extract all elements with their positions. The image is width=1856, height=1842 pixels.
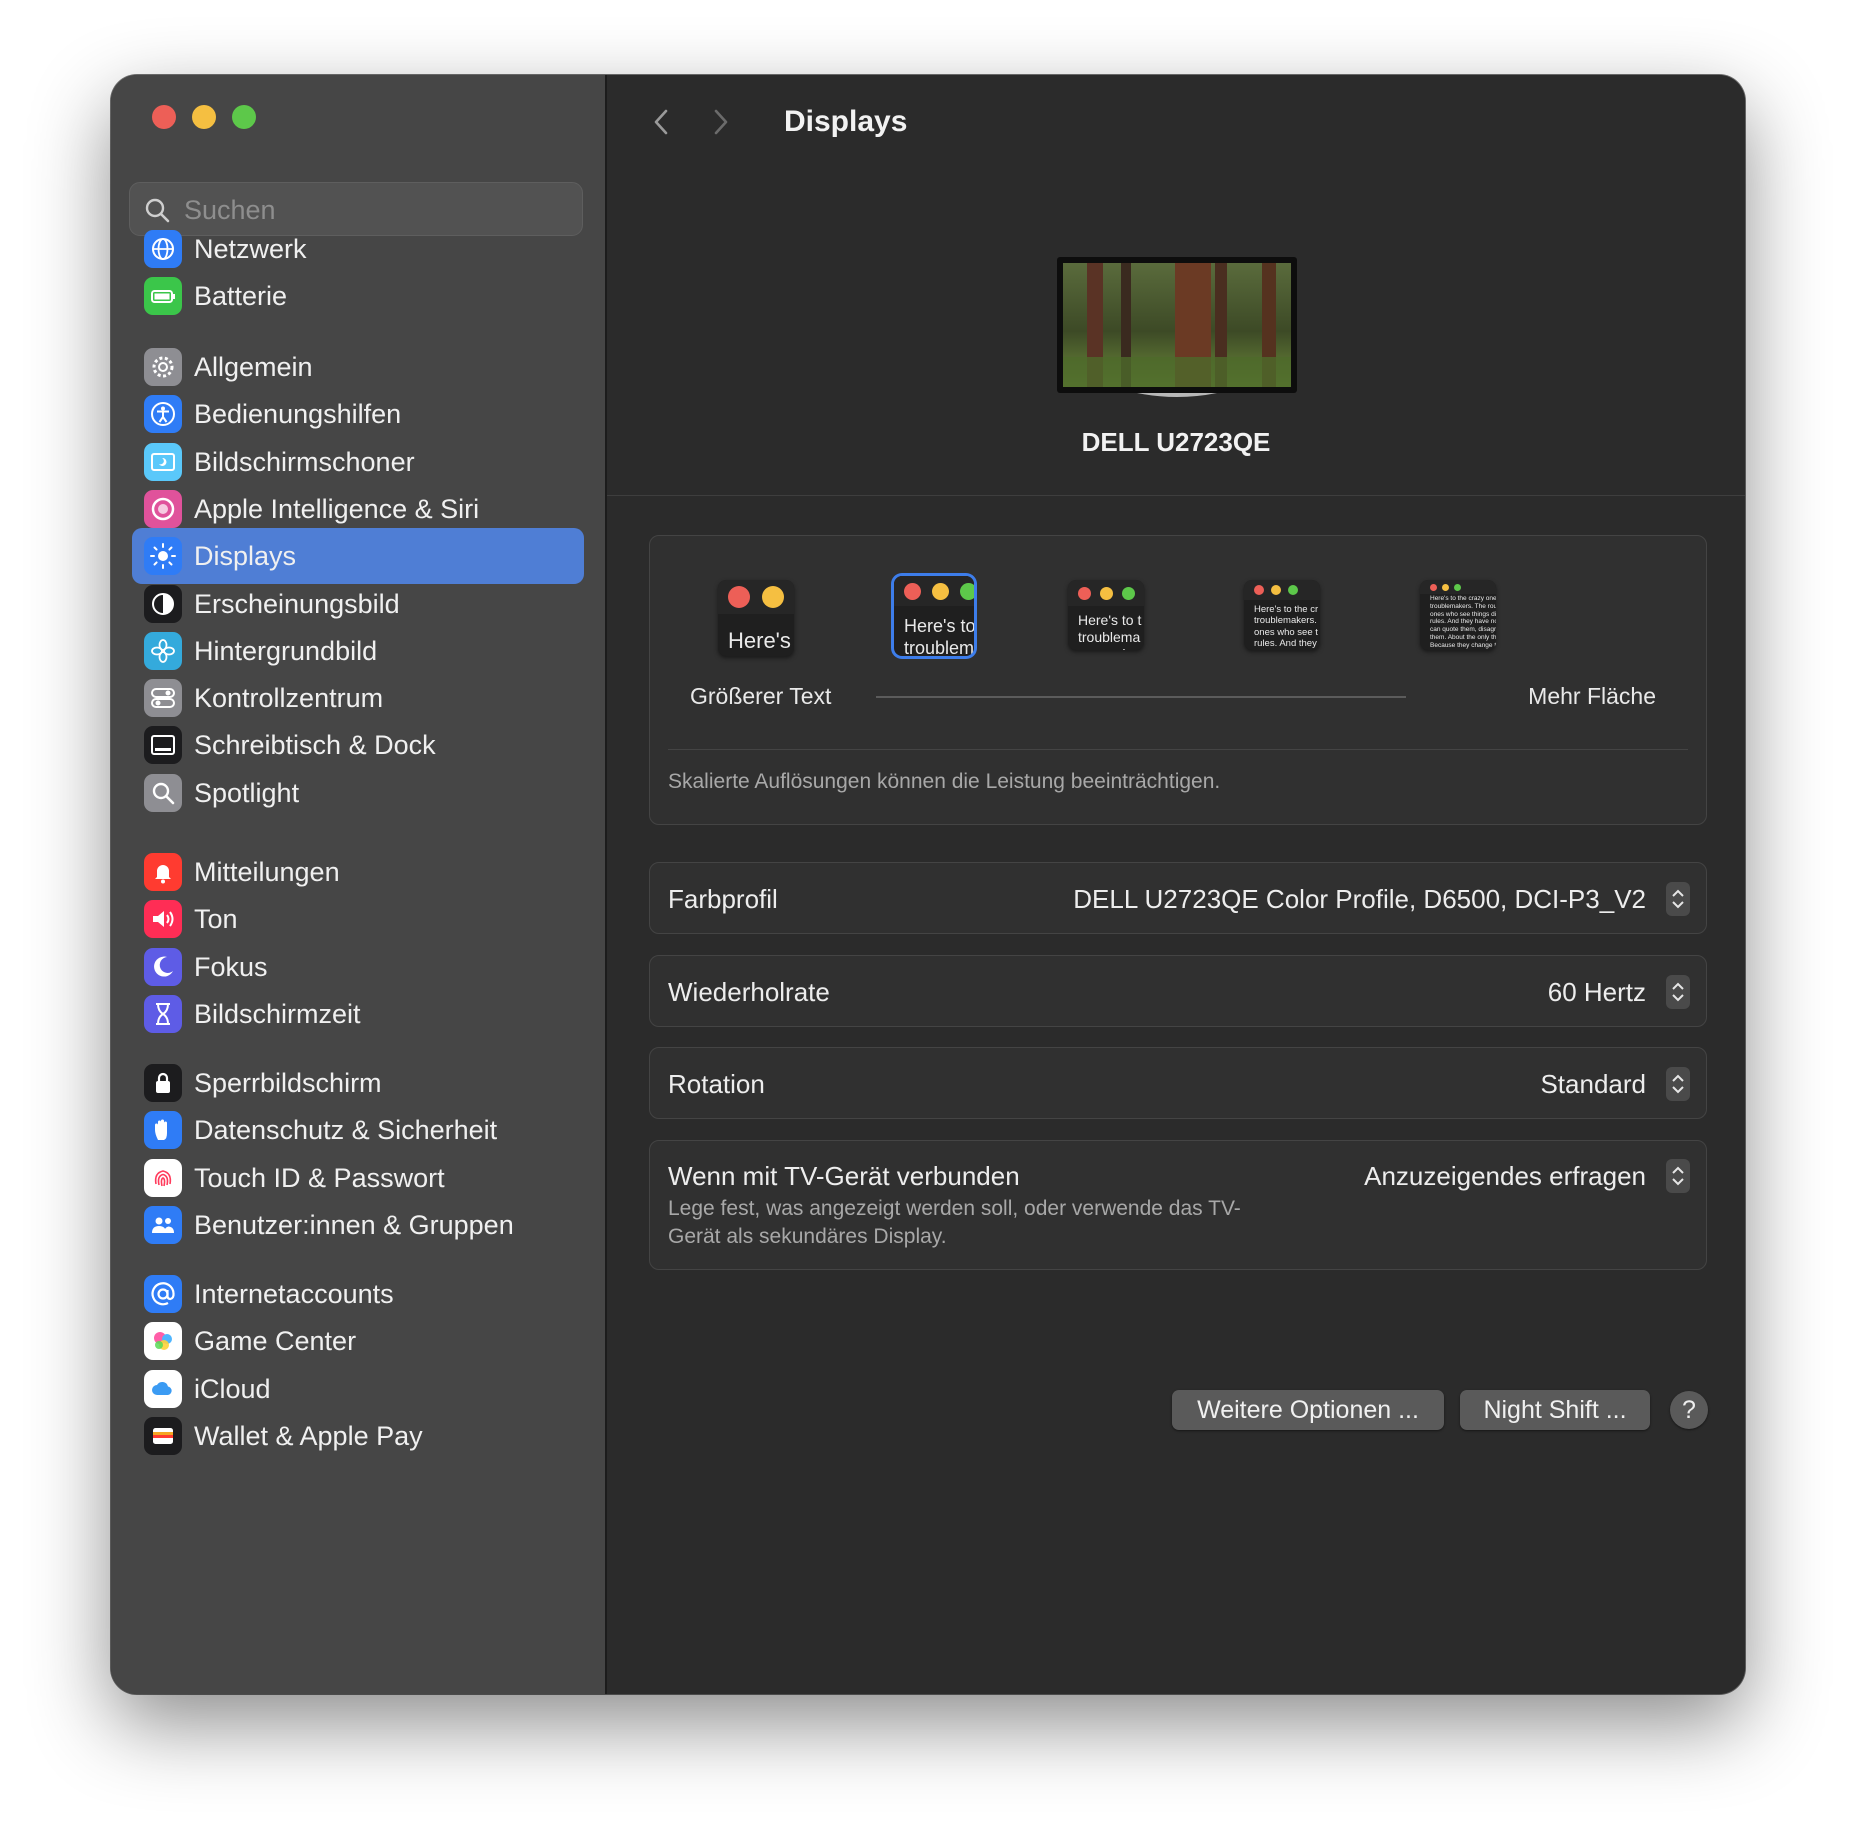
up-down-chevron-icon bbox=[1672, 1074, 1684, 1094]
sidebar-item-benutzer-innen-gruppen[interactable]: Benutzer:innen & Gruppen bbox=[132, 1197, 584, 1253]
hand-icon bbox=[144, 1111, 182, 1150]
settings-window: NetzwerkBatterieAllgemeinBedienungshilfe… bbox=[111, 75, 1745, 1694]
rotation-label: Rotation bbox=[668, 1069, 765, 1099]
scaling-preview-text: Here's to the cr troublemakers. ones who… bbox=[1254, 604, 1319, 650]
sun-icon bbox=[144, 537, 182, 576]
tv-connection-value[interactable]: Anzuzeigendes erfragen bbox=[1364, 1161, 1646, 1192]
up-down-chevron-icon bbox=[1672, 982, 1684, 1002]
gamecenter-icon bbox=[144, 1322, 182, 1361]
refresh-rate-stepper[interactable] bbox=[1666, 975, 1690, 1009]
scaling-option-2[interactable]: Here's to troublem bbox=[894, 576, 974, 656]
switches-icon bbox=[144, 679, 182, 718]
window-dot-icon bbox=[728, 586, 750, 608]
scaling-option-3[interactable]: Here's to t troublema ones who bbox=[1068, 580, 1144, 650]
scaling-option-5[interactable]: Here's to the crazy ones troublemakers. … bbox=[1420, 580, 1496, 650]
scaling-label-larger-text: Größerer Text bbox=[690, 683, 832, 709]
monitor-thumbnail[interactable] bbox=[1057, 257, 1297, 399]
gear-icon bbox=[144, 348, 182, 386]
window-dot-icon bbox=[762, 586, 784, 608]
appearance-icon bbox=[144, 584, 182, 623]
lock-icon bbox=[144, 1064, 182, 1102]
tv-connection-label: Wenn mit TV-Gerät verbunden bbox=[668, 1161, 1020, 1191]
siri-icon bbox=[144, 489, 182, 528]
sidebar-item-spotlight[interactable]: Spotlight bbox=[132, 765, 584, 821]
sidebar-item-wallet-apple-pay[interactable]: Wallet & Apple Pay bbox=[132, 1408, 584, 1464]
divider bbox=[668, 749, 1688, 750]
scaling-card: Here's Größerer Text Here's to troublem Her… bbox=[649, 535, 1707, 825]
dock-icon bbox=[144, 726, 182, 765]
up-down-chevron-icon bbox=[1672, 1166, 1684, 1186]
moon-icon bbox=[144, 947, 182, 986]
window-dot-icon bbox=[932, 582, 949, 600]
scaling-note: Skalierte Auflösungen können die Leistun… bbox=[668, 770, 1221, 793]
scaling-preview-text: Here's to t troublema ones who bbox=[1078, 612, 1142, 650]
wallet-icon bbox=[144, 1416, 182, 1455]
rotation-row: Rotation Standard bbox=[649, 1047, 1707, 1119]
more-options-button[interactable]: Weitere Optionen ... bbox=[1172, 1390, 1444, 1430]
fingerprint-icon bbox=[144, 1158, 182, 1197]
speaker-icon bbox=[144, 900, 182, 939]
tv-connection-description: Lege fest, was angezeigt werden soll, od… bbox=[668, 1197, 1241, 1248]
window-dot-icon bbox=[904, 582, 921, 600]
scaling-label-more-space: Mehr Fläche bbox=[1528, 683, 1656, 709]
accessibility-icon bbox=[144, 395, 182, 434]
scaling-preview-text: Here's to the crazy ones troublemakers. … bbox=[1430, 595, 1496, 649]
sidebar: NetzwerkBatterieAllgemeinBedienungshilfe… bbox=[111, 75, 607, 1694]
magnifier-icon bbox=[144, 773, 182, 812]
at-icon bbox=[144, 1275, 182, 1313]
rotation-value[interactable]: Standard bbox=[1540, 1069, 1646, 1100]
users-icon bbox=[144, 1205, 182, 1244]
flower-icon bbox=[144, 631, 182, 670]
help-button[interactable]: ? bbox=[1670, 1391, 1708, 1429]
minimize-button[interactable] bbox=[192, 105, 216, 129]
window-dot-icon bbox=[1442, 583, 1449, 591]
zoom-button[interactable] bbox=[232, 105, 256, 129]
main-panel: Displays DELL U2723QE Here's Größerer Te… bbox=[607, 75, 1745, 1694]
cloud-icon bbox=[144, 1369, 182, 1408]
tv-connection-row: Wenn mit TV-Gerät verbunden Anzuzeigende… bbox=[649, 1140, 1707, 1270]
sidebar-item-bildschirmzeit[interactable]: Bildschirmzeit bbox=[132, 986, 584, 1042]
window-dot-icon bbox=[1122, 586, 1135, 600]
window-dot-icon bbox=[1254, 585, 1264, 595]
sidebar-item-label: Benutzer:innen & Gruppen bbox=[194, 1209, 514, 1240]
window-dot-icon bbox=[1100, 586, 1113, 600]
sidebar-item-label: Bildschirmzeit bbox=[194, 998, 361, 1029]
color-profile-row: Farbprofil DELL U2723QE Color Profile, D… bbox=[649, 862, 1707, 934]
sidebar-item-label: Batterie bbox=[194, 281, 288, 312]
scaling-preview-text: Here's to troublem bbox=[904, 616, 974, 656]
hourglass-icon bbox=[144, 994, 182, 1033]
refresh-rate-value[interactable]: 60 Hertz bbox=[1548, 977, 1646, 1008]
color-profile-value[interactable]: DELL U2723QE Color Profile, D6500, DCI-P… bbox=[1073, 884, 1646, 915]
screensaver-icon bbox=[144, 442, 182, 481]
night-shift-button[interactable]: Night Shift ... bbox=[1460, 1390, 1650, 1430]
refresh-rate-label: Wiederholrate bbox=[668, 977, 830, 1007]
globe-icon bbox=[144, 230, 182, 268]
color-profile-label: Farbprofil bbox=[668, 884, 778, 914]
window-dot-icon bbox=[1271, 585, 1281, 595]
search-icon bbox=[145, 198, 170, 223]
display-name: DELL U2723QE bbox=[1081, 427, 1271, 457]
sidebar-item-batterie[interactable]: Batterie bbox=[132, 268, 584, 324]
scaling-slider-track[interactable] bbox=[876, 696, 1406, 698]
window-dot-icon bbox=[1430, 583, 1437, 591]
battery-icon bbox=[144, 277, 182, 316]
bell-icon bbox=[144, 853, 182, 891]
scaling-option-4[interactable]: Here's to the cr troublemakers. ones who… bbox=[1244, 580, 1320, 650]
rotation-stepper[interactable] bbox=[1666, 1067, 1690, 1101]
window-dot-icon bbox=[1078, 586, 1091, 600]
scaling-preview-text: Here's bbox=[728, 628, 791, 653]
up-down-chevron-icon bbox=[1672, 889, 1684, 909]
tv-connection-stepper[interactable] bbox=[1666, 1159, 1690, 1193]
close-button[interactable] bbox=[152, 105, 176, 129]
sidebar-item-label: Spotlight bbox=[194, 777, 300, 808]
sidebar-item-label: Wallet & Apple Pay bbox=[194, 1420, 423, 1451]
window-dot-icon bbox=[1454, 583, 1461, 591]
display-preview-area: DELL U2723QE bbox=[607, 75, 1745, 496]
color-profile-stepper[interactable] bbox=[1666, 882, 1690, 916]
window-dot-icon bbox=[1288, 585, 1298, 595]
scaling-option-1[interactable]: Here's bbox=[718, 580, 794, 656]
window-dot-icon bbox=[960, 582, 974, 600]
refresh-rate-row: Wiederholrate 60 Hertz bbox=[649, 955, 1707, 1027]
